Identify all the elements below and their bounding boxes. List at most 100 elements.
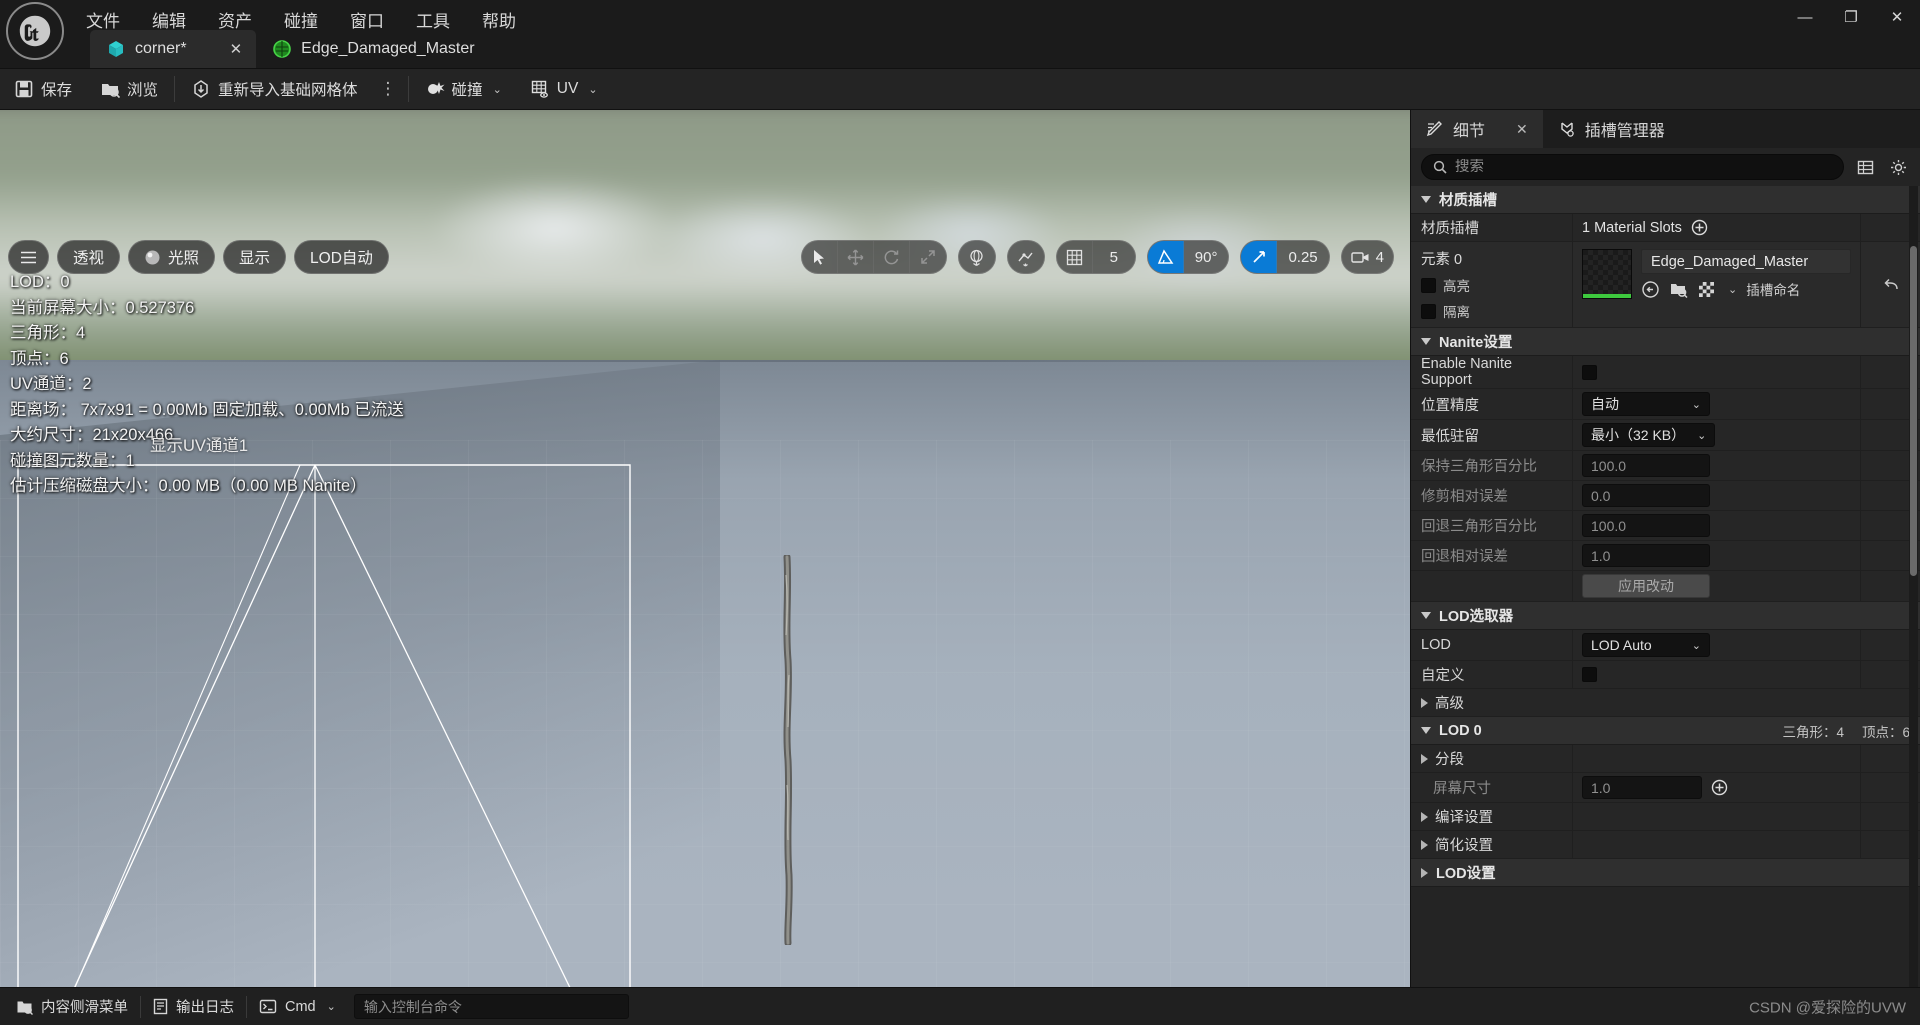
- viewport-left-toolbar: 透视 光照 显示 LOD自动: [8, 240, 389, 274]
- details-content: 材质插槽 材质插槽 1 Material Slots 元素 0 高亮 隔离 Ed…: [1411, 186, 1920, 887]
- camera-speed-button[interactable]: 4: [1342, 241, 1393, 273]
- translate-tool-button[interactable]: [838, 241, 874, 273]
- tab-details[interactable]: 细节 ✕: [1411, 110, 1543, 148]
- viewport-perspective-button[interactable]: 透视: [57, 240, 121, 274]
- output-log-button[interactable]: 输出日志: [141, 993, 246, 1021]
- tab-edge-damaged-master[interactable]: Edge_Damaged_Master: [256, 30, 522, 68]
- material-thumbnail[interactable]: [1582, 249, 1632, 299]
- scale-tool-button[interactable]: [910, 241, 946, 273]
- save-button[interactable]: 保存: [0, 69, 86, 109]
- section-header-lod-0[interactable]: LOD 0 三角形：4 顶点：6: [1411, 717, 1920, 745]
- static-mesh-icon: [109, 41, 123, 57]
- watermark-text: CSDN @爱探险的UVW: [1749, 999, 1906, 1016]
- fallback-triangle-percent-field[interactable]: 100.0: [1582, 514, 1710, 537]
- coordinate-system-button-group: [957, 240, 996, 274]
- row-material-slots-count: 材质插槽 1 Material Slots: [1411, 214, 1920, 242]
- row-reduction-settings-group[interactable]: 简化设置: [1411, 831, 1920, 859]
- section-header-lod-settings[interactable]: LOD设置: [1411, 859, 1920, 887]
- tab-socket-manager[interactable]: 插槽管理器: [1543, 110, 1680, 148]
- section-header-material-slots[interactable]: 材质插槽: [1411, 186, 1920, 214]
- select-tool-button[interactable]: [802, 241, 838, 273]
- grid-snap-toggle[interactable]: [1057, 241, 1093, 273]
- position-precision-dropdown[interactable]: 自动 ⌄: [1582, 392, 1710, 416]
- search-input[interactable]: [1455, 159, 1832, 175]
- back-arrow-circle-icon[interactable]: [1641, 280, 1660, 299]
- enable-nanite-checkbox[interactable]: [1582, 364, 1597, 380]
- search-box[interactable]: [1421, 154, 1844, 180]
- grid-icon: [1066, 249, 1082, 265]
- close-button[interactable]: ✕: [1874, 0, 1920, 34]
- row-element-0: 元素 0 高亮 隔离 Edge_Damaged_Master ⌄ 插槽命名: [1411, 242, 1920, 328]
- highlight-checkbox[interactable]: [1421, 277, 1436, 293]
- apply-changes-button[interactable]: 应用改动: [1582, 574, 1710, 598]
- collision-dropdown-button[interactable]: 碰撞 ⌄: [411, 69, 516, 109]
- chevron-down-icon: ⌄: [1697, 429, 1707, 442]
- reimport-base-mesh-button[interactable]: 重新导入基础网格体: [177, 69, 372, 109]
- details-tab-close-icon[interactable]: ✕: [1516, 121, 1528, 138]
- cmd-dropdown-button[interactable]: Cmd ⌄: [247, 993, 348, 1021]
- row-advanced-group[interactable]: 高级: [1411, 689, 1920, 717]
- angle-snap-toggle[interactable]: [1147, 241, 1184, 273]
- min-residency-dropdown[interactable]: 最小（32 KB） ⌄: [1582, 423, 1716, 447]
- settings-button[interactable]: [1886, 155, 1910, 179]
- property-label: 简化设置: [1411, 831, 1573, 858]
- scale-snap-toggle[interactable]: [1241, 241, 1278, 273]
- viewport-menu-button[interactable]: [8, 240, 49, 274]
- viewport-show-button[interactable]: 显示: [223, 240, 287, 274]
- material-name-field[interactable]: Edge_Damaged_Master: [1641, 249, 1851, 274]
- browse-button[interactable]: 浏览: [86, 69, 172, 109]
- property-value: 0.0: [1573, 481, 1860, 510]
- column-view-button[interactable]: [1853, 155, 1877, 179]
- revert-arrow-icon[interactable]: [1882, 276, 1900, 294]
- mesh-viewport[interactable]: z x y 透视 光照 显示: [0, 110, 1410, 987]
- lod-dropdown[interactable]: LOD Auto ⌄: [1582, 633, 1710, 657]
- section-header-lod-picker[interactable]: LOD选取器: [1411, 602, 1920, 630]
- plus-circle-icon[interactable]: [1691, 219, 1708, 236]
- custom-checkbox[interactable]: [1582, 667, 1597, 682]
- rotate-tool-button[interactable]: [874, 241, 910, 273]
- group-label: 简化设置: [1435, 838, 1493, 854]
- console-command-input[interactable]: 输入控制台命令: [353, 994, 629, 1019]
- plus-circle-icon[interactable]: [1711, 779, 1728, 796]
- details-scrollbar[interactable]: [1909, 186, 1918, 987]
- keep-triangle-percent-field[interactable]: 100.0: [1582, 454, 1710, 477]
- uv-dropdown-button[interactable]: UV ⌄: [516, 69, 612, 109]
- reimport-options-button[interactable]: ⋮: [372, 79, 406, 99]
- viewport-lod-auto-button[interactable]: LOD自动: [294, 240, 389, 274]
- row-sections-group[interactable]: 分段: [1411, 745, 1920, 773]
- grid-snap-value[interactable]: 5: [1093, 241, 1135, 273]
- trim-relative-error-field[interactable]: 0.0: [1582, 484, 1710, 507]
- details-scroll-thumb[interactable]: [1910, 246, 1917, 576]
- isolate-checkbox[interactable]: [1421, 303, 1436, 319]
- tab-corner[interactable]: corner* ✕: [90, 30, 257, 68]
- angle-snap-value[interactable]: 90°: [1184, 241, 1229, 273]
- property-label: [1411, 571, 1573, 601]
- uv-label: UV: [556, 80, 579, 97]
- surface-snap-button[interactable]: [1008, 241, 1044, 273]
- fallback-relative-error-field[interactable]: 1.0: [1582, 544, 1710, 567]
- screen-size-field[interactable]: 1.0: [1582, 776, 1702, 799]
- property-value: 自动 ⌄: [1573, 389, 1860, 419]
- combo-value: 最小（32 KB）: [1591, 427, 1686, 443]
- lit-label: 光照: [168, 250, 200, 267]
- section-header-nanite-settings[interactable]: Nanite设置: [1411, 328, 1920, 356]
- viewport-lit-button[interactable]: 光照: [128, 240, 216, 274]
- chevron-right-icon: [1421, 867, 1428, 878]
- grid-snap-group: 5: [1055, 240, 1136, 274]
- scale-snap-value[interactable]: 0.25: [1277, 241, 1328, 273]
- tab-close-icon[interactable]: ✕: [230, 40, 243, 58]
- maximize-button[interactable]: ❐: [1828, 0, 1874, 34]
- minimize-button[interactable]: —: [1782, 0, 1828, 34]
- chevron-down-icon[interactable]: ⌄: [1728, 283, 1737, 296]
- content-drawer-button[interactable]: 内容侧滑菜单: [4, 993, 140, 1021]
- row-custom: 自定义: [1411, 661, 1920, 689]
- world-coordinate-button[interactable]: [959, 241, 995, 273]
- folder-search-icon[interactable]: [1669, 280, 1688, 299]
- checker-icon[interactable]: [1697, 280, 1716, 299]
- cmd-icon: [259, 999, 277, 1014]
- uv-grid-icon: [531, 80, 548, 98]
- row-build-settings-group[interactable]: 编译设置: [1411, 803, 1920, 831]
- property-label: LOD: [1411, 630, 1573, 660]
- socket-manager-icon: [1561, 122, 1574, 137]
- chevron-down-icon: [1421, 727, 1431, 734]
